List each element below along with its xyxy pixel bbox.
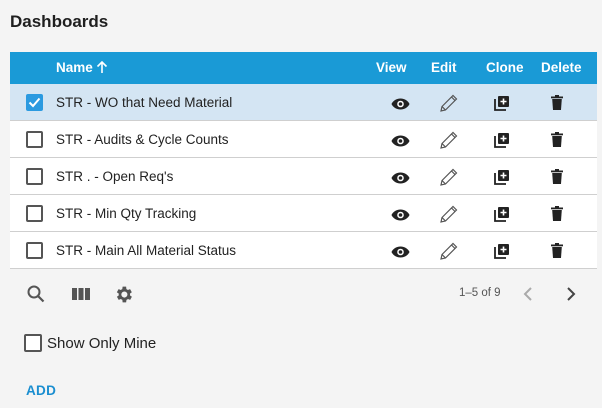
clone-icon[interactable] (494, 169, 510, 190)
columns-icon[interactable] (71, 284, 91, 309)
check-icon (28, 97, 41, 108)
trash-icon[interactable] (551, 95, 563, 115)
clone-icon[interactable] (494, 95, 510, 116)
dashboard-name[interactable]: STR - Min Qty Tracking (56, 206, 196, 221)
chevron-left-icon[interactable] (521, 284, 537, 309)
pencil-icon[interactable] (438, 203, 460, 230)
dashboard-name[interactable]: STR . - Open Req's (56, 169, 173, 184)
arrow-up-icon (96, 61, 107, 73)
search-icon[interactable] (26, 284, 46, 309)
trash-icon[interactable] (551, 206, 563, 226)
row-checkbox[interactable] (26, 242, 43, 259)
dashboard-name[interactable]: STR - Main All Material Status (56, 243, 236, 258)
dashboards-table: Name View Edit Clone Delete STR - WO tha… (10, 52, 597, 269)
table-footer: 1–5 of 9 (10, 270, 597, 318)
dashboard-name[interactable]: STR - WO that Need Material (56, 95, 232, 110)
eye-icon[interactable] (391, 134, 410, 152)
pagination-info: 1–5 of 9 (459, 287, 501, 299)
column-header-view: View (376, 60, 407, 75)
show-only-mine-checkbox[interactable] (24, 334, 42, 352)
show-only-mine-toggle[interactable]: Show Only Mine (24, 334, 156, 352)
column-header-edit: Edit (431, 60, 457, 75)
row-checkbox[interactable] (26, 131, 43, 148)
row-checkbox[interactable] (26, 205, 43, 222)
column-header-name-label: Name (56, 60, 93, 75)
column-header-name[interactable]: Name (56, 60, 108, 75)
clone-icon[interactable] (494, 206, 510, 227)
trash-icon[interactable] (551, 243, 563, 263)
eye-icon[interactable] (391, 171, 410, 189)
pencil-icon[interactable] (438, 240, 460, 267)
show-only-mine-label: Show Only Mine (47, 334, 157, 352)
add-button[interactable]: ADD (26, 383, 56, 398)
gear-icon[interactable] (113, 284, 134, 310)
column-header-delete: Delete (541, 60, 582, 75)
trash-icon[interactable] (551, 169, 563, 189)
chevron-right-icon[interactable] (563, 284, 579, 309)
eye-icon[interactable] (391, 208, 410, 226)
table-row[interactable]: STR . - Open Req's (10, 158, 597, 195)
pencil-icon[interactable] (438, 166, 460, 193)
dashboard-name[interactable]: STR - Audits & Cycle Counts (56, 132, 229, 147)
clone-icon[interactable] (494, 132, 510, 153)
trash-icon[interactable] (551, 132, 563, 152)
table-row[interactable]: STR - WO that Need Material (10, 84, 597, 121)
table-row[interactable]: STR - Main All Material Status (10, 232, 597, 269)
table-row[interactable]: STR - Audits & Cycle Counts (10, 121, 597, 158)
row-checkbox[interactable] (26, 94, 43, 111)
pencil-icon[interactable] (438, 129, 460, 156)
column-header-clone: Clone (486, 60, 524, 75)
clone-icon[interactable] (494, 243, 510, 264)
table-header: Name View Edit Clone Delete (10, 52, 597, 84)
page-title: Dashboards (10, 12, 109, 31)
eye-icon[interactable] (391, 97, 410, 115)
pencil-icon[interactable] (438, 92, 460, 119)
table-row[interactable]: STR - Min Qty Tracking (10, 195, 597, 232)
eye-icon[interactable] (391, 245, 410, 263)
row-checkbox[interactable] (26, 168, 43, 185)
